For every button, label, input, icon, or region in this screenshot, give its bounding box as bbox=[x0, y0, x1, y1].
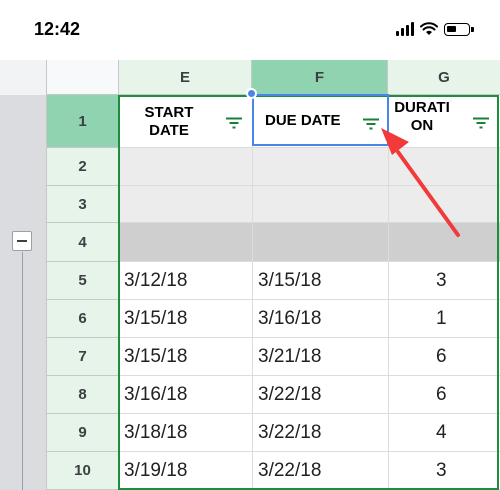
grid-row-3 bbox=[119, 186, 500, 223]
grid-row-2 bbox=[119, 148, 500, 186]
filter-icon[interactable] bbox=[362, 118, 380, 130]
header-cell-due-date[interactable]: DUE DATE bbox=[252, 96, 388, 147]
column-divider bbox=[252, 95, 253, 490]
filter-icon[interactable] bbox=[472, 117, 490, 129]
grid-row-4 bbox=[119, 223, 500, 262]
cell-due-date[interactable]: 3/15/18 bbox=[258, 262, 321, 300]
status-time: 12:42 bbox=[34, 19, 81, 39]
signal-icon bbox=[396, 22, 414, 36]
cell-duration[interactable]: 3 bbox=[436, 452, 447, 490]
cell-due-date[interactable]: 3/22/18 bbox=[258, 376, 321, 414]
column-header-g[interactable]: G bbox=[388, 60, 500, 95]
wifi-icon bbox=[420, 22, 438, 35]
cell-duration[interactable]: 6 bbox=[436, 338, 447, 376]
collapse-group-icon[interactable] bbox=[12, 231, 32, 251]
row-group-line bbox=[22, 252, 23, 490]
row-header-10[interactable]: 10 bbox=[47, 452, 119, 490]
status-bar: 12:42 bbox=[0, 0, 500, 60]
cell-duration[interactable]: 1 bbox=[436, 300, 447, 338]
header-cell-duration[interactable]: DURATI ON bbox=[388, 96, 500, 147]
cell-due-date[interactable]: 3/16/18 bbox=[258, 300, 321, 338]
header-label-duration: DURATI ON bbox=[394, 99, 450, 134]
cell-start-date[interactable]: 3/19/18 bbox=[124, 452, 187, 490]
cell-due-date[interactable]: 3/22/18 bbox=[258, 452, 321, 490]
row-header-6[interactable]: 6 bbox=[47, 300, 119, 338]
battery-icon bbox=[444, 22, 474, 36]
cell-due-date[interactable]: 3/22/18 bbox=[258, 414, 321, 452]
cell-start-date[interactable]: 3/15/18 bbox=[124, 300, 187, 338]
row-header-7[interactable]: 7 bbox=[47, 338, 119, 376]
column-divider bbox=[388, 95, 389, 490]
row-header-5[interactable]: 5 bbox=[47, 262, 119, 300]
row-group-gutter bbox=[0, 60, 47, 490]
row-header-4[interactable]: 4 bbox=[47, 223, 119, 262]
header-label-start-date: START DATE bbox=[144, 103, 194, 139]
status-icons bbox=[396, 22, 474, 36]
cell-start-date[interactable]: 3/12/18 bbox=[124, 262, 187, 300]
selection-drag-handle[interactable] bbox=[246, 88, 257, 99]
cell-start-date[interactable]: 3/16/18 bbox=[124, 376, 187, 414]
row-header-1[interactable]: 1 bbox=[47, 95, 119, 148]
header-cell-start-date[interactable]: START DATE bbox=[119, 96, 252, 147]
cell-due-date[interactable]: 3/21/18 bbox=[258, 338, 321, 376]
column-header-f[interactable]: F bbox=[252, 60, 388, 95]
select-all-corner[interactable] bbox=[47, 60, 119, 95]
column-header-e[interactable]: E bbox=[119, 60, 252, 95]
row-header-3[interactable]: 3 bbox=[47, 186, 119, 223]
cell-start-date[interactable]: 3/15/18 bbox=[124, 338, 187, 376]
cell-duration[interactable]: 3 bbox=[436, 262, 447, 300]
cell-start-date[interactable]: 3/18/18 bbox=[124, 414, 187, 452]
cell-duration[interactable]: 6 bbox=[436, 376, 447, 414]
row-header-2[interactable]: 2 bbox=[47, 148, 119, 186]
spreadsheet-grid: E F G 1 2 3 4 5 6 7 8 9 10 START DATE DU… bbox=[0, 60, 500, 490]
filter-icon[interactable] bbox=[225, 117, 243, 129]
cell-duration[interactable]: 4 bbox=[436, 414, 447, 452]
header-label-due-date: DUE DATE bbox=[265, 112, 341, 129]
row-header-8[interactable]: 8 bbox=[47, 376, 119, 414]
row-header-9[interactable]: 9 bbox=[47, 414, 119, 452]
